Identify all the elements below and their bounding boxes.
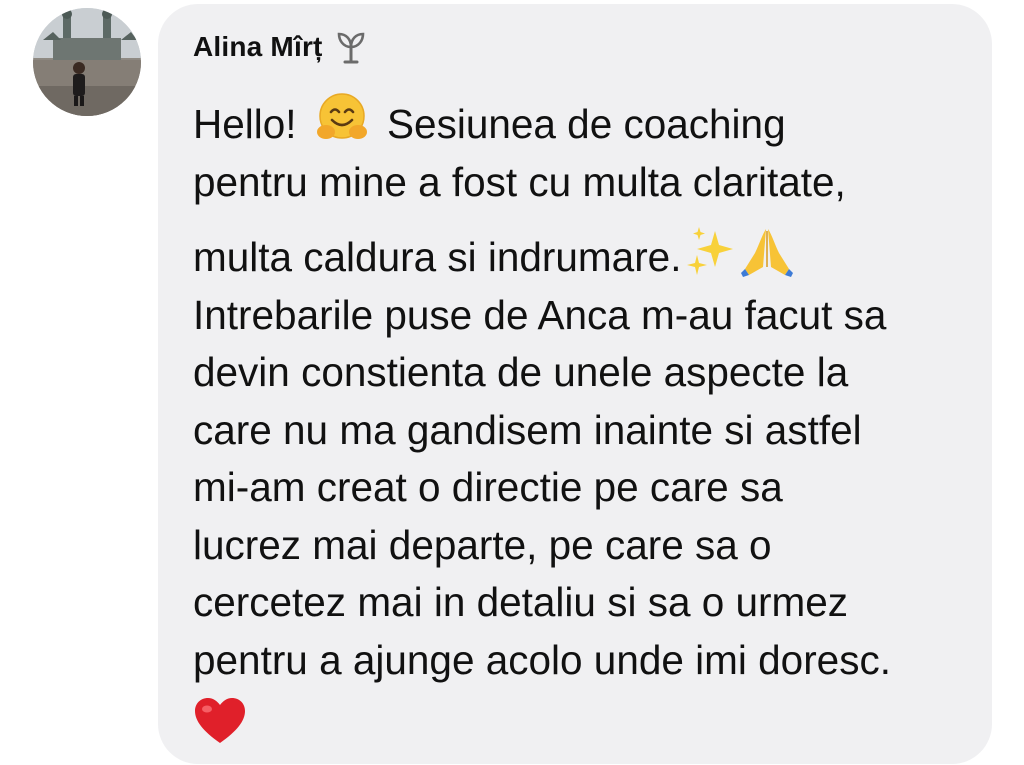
- comment-line-5: devin constienta de unele aspecte la: [193, 349, 849, 395]
- hugging-face-emoji-icon: [314, 90, 370, 146]
- red-heart-emoji-icon: [193, 695, 249, 751]
- profile-photo: [33, 8, 141, 116]
- comment-line-1: Hello! Sesiunea de coaching: [193, 90, 983, 154]
- author-name[interactable]: Alina Mîrț: [193, 31, 323, 63]
- comment-text: Hello! Sesiunea de coaching pentru mine …: [193, 90, 983, 761]
- comment-line-2: pentru mine a fost cu multa claritate,: [193, 158, 846, 205]
- comment-line-heart: [193, 695, 983, 761]
- sparkles-emoji-icon: [685, 223, 737, 279]
- avatar[interactable]: [33, 8, 141, 116]
- comment-line-8: lucrez mai departe, pe care sa o: [193, 521, 772, 568]
- comment-line-10: pentru a ajunge acolo unde imi doresc.: [193, 636, 891, 683]
- comment-line-3: multa caldura si indrumare.: [193, 223, 983, 287]
- rising-star-badge-icon[interactable]: [333, 30, 369, 64]
- folded-hands-emoji-icon: [739, 223, 795, 279]
- comment-line-9: cercetez mai in detaliu si sa o urmez: [193, 579, 849, 625]
- comment-line-7: mi-am creat o directie pe care sa: [193, 464, 783, 510]
- comment-line-6: care nu ma gandisem inainte si astfel: [193, 406, 862, 453]
- comment-line-4: Intrebarile puse de Anca m-au facut sa: [193, 291, 887, 338]
- comment-author-row: Alina Mîrț: [193, 30, 369, 64]
